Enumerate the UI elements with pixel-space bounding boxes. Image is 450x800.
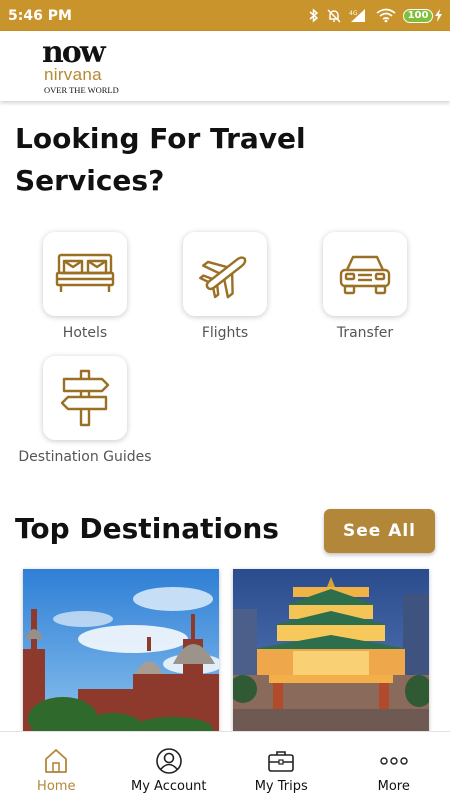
service-label: Flights [201, 325, 249, 341]
destination-guides-tile[interactable] [43, 356, 127, 440]
battery-level: 100 [403, 8, 433, 23]
nav-my-account[interactable]: My Account [113, 732, 226, 800]
service-transfer[interactable]: Transfer [295, 232, 435, 341]
destination-card[interactable] [233, 569, 429, 733]
status-icons: 4G 100 [309, 8, 442, 24]
account-icon [155, 746, 183, 776]
logo-word: now [42, 35, 106, 70]
bluetooth-icon [309, 8, 319, 23]
nav-label: Home [37, 779, 76, 794]
nav-label: More [377, 779, 410, 794]
bottom-nav: Home My Account My Trips More [0, 731, 450, 800]
destination-card[interactable] [23, 569, 219, 733]
wifi-icon [376, 8, 396, 23]
transfer-tile[interactable] [323, 232, 407, 316]
car-icon [339, 255, 391, 295]
logo-name: nirvana [44, 65, 102, 84]
brand-logo[interactable]: now nirvana OVER THE WORLD [42, 38, 124, 96]
signpost-icon [60, 369, 110, 427]
section-title: Top Destinations [15, 512, 279, 545]
home-icon [44, 746, 68, 776]
app-header: now nirvana OVER THE WORLD [0, 31, 450, 101]
service-flights[interactable]: Flights [155, 232, 295, 341]
service-destination-guides[interactable]: Destination Guides [15, 356, 155, 465]
see-all-button[interactable]: See All [324, 509, 435, 553]
network-type: 4G [349, 10, 358, 17]
nav-label: My Trips [254, 779, 308, 794]
nav-more[interactable]: More [338, 732, 450, 800]
hotels-tile[interactable] [43, 232, 127, 316]
status-bar: 5:46 PM 4G 100 [0, 0, 450, 31]
airplane-icon [199, 256, 247, 299]
signal-icon: 4G [349, 8, 369, 23]
service-hotels[interactable]: Hotels [15, 232, 155, 341]
nav-home[interactable]: Home [0, 732, 113, 800]
more-dots-icon [380, 746, 408, 776]
charging-icon [435, 9, 442, 22]
destination-image [23, 569, 219, 733]
briefcase-icon [267, 746, 295, 776]
destination-image [233, 569, 429, 733]
flights-tile[interactable] [183, 232, 267, 316]
status-time: 5:46 PM [8, 7, 72, 24]
logo-tagline: OVER THE WORLD [44, 85, 119, 95]
nav-label: My Account [130, 779, 207, 794]
bed-icon [55, 253, 115, 292]
battery-icon: 100 [403, 8, 442, 23]
nav-my-trips[interactable]: My Trips [225, 732, 338, 800]
page-heading: Looking For Travel Services? [15, 122, 306, 197]
service-label: Hotels [62, 325, 108, 341]
mute-bell-icon [326, 8, 342, 24]
service-label: Destination Guides [18, 449, 152, 465]
service-label: Transfer [336, 325, 394, 341]
